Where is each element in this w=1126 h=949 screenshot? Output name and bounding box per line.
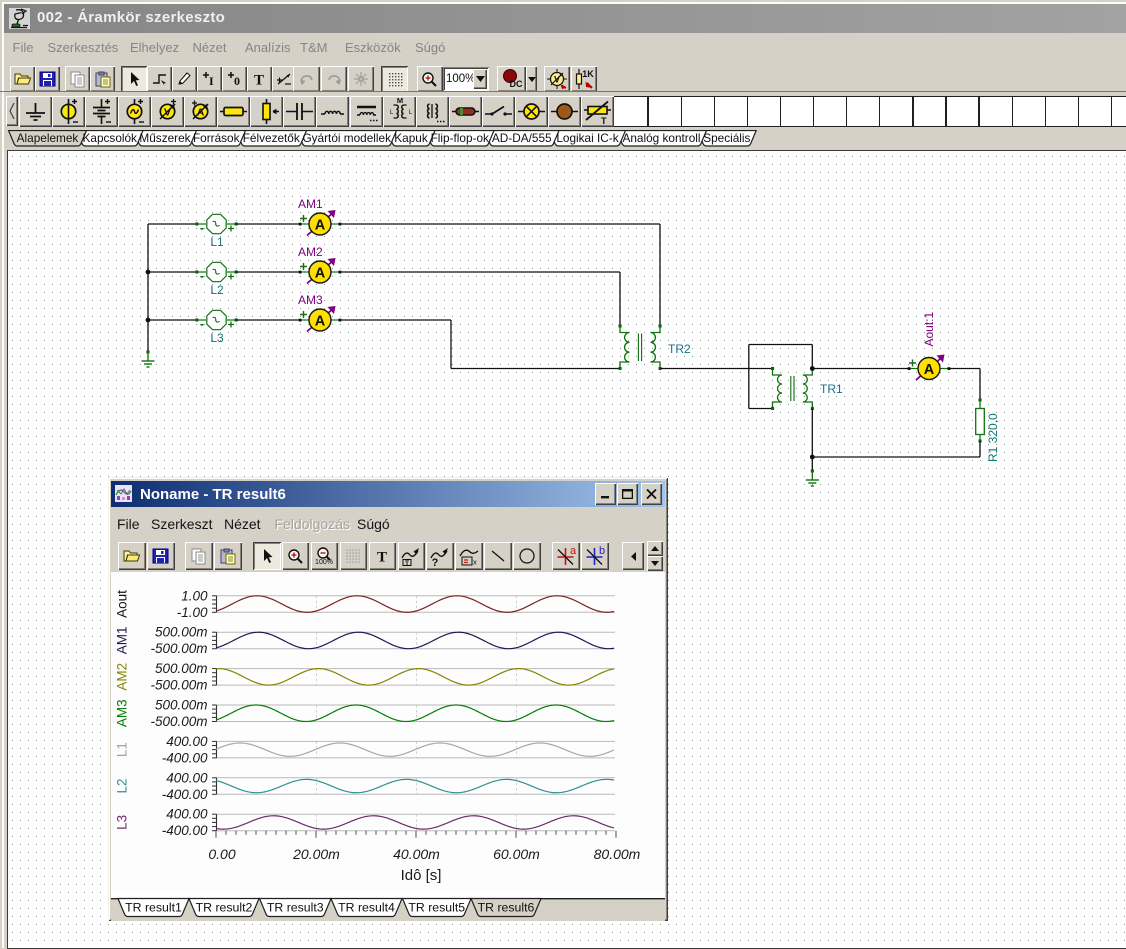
svg-text:R1 320,0: R1 320,0 (986, 413, 1000, 462)
svg-text:AM1: AM1 (298, 197, 323, 211)
svg-text:A: A (315, 266, 326, 282)
svg-text:A: A (315, 218, 326, 234)
svg-text:-400.00: -400.00 (162, 750, 208, 765)
svg-text:500.00m: 500.00m (155, 661, 208, 676)
svg-text:0.00: 0.00 (208, 846, 235, 862)
svg-text:20.00m: 20.00m (292, 846, 340, 862)
svg-text:a: a (570, 545, 577, 557)
svg-text:b: b (599, 545, 605, 557)
svg-text:400.00: 400.00 (166, 770, 208, 785)
svg-text:L3: L3 (210, 331, 224, 345)
svg-text:T: T (377, 550, 387, 565)
svg-text:Aout:1: Aout:1 (922, 311, 936, 346)
svg-text:TR result5: TR result5 (408, 901, 465, 915)
svg-text:-400.00: -400.00 (162, 787, 208, 802)
svg-text:TR result2: TR result2 (196, 901, 253, 915)
svg-text:AM3: AM3 (115, 699, 130, 727)
svg-text:-500.00m: -500.00m (150, 641, 207, 656)
svg-text:-500.00m: -500.00m (150, 678, 207, 693)
svg-text:L2: L2 (115, 778, 130, 793)
svg-text:-400.00: -400.00 (162, 823, 208, 838)
svg-text:TR result6: TR result6 (478, 901, 535, 915)
svg-text:TR result3: TR result3 (267, 901, 324, 915)
svg-text:500.00m: 500.00m (155, 625, 208, 640)
svg-text:Idô [s]: Idô [s] (401, 867, 442, 884)
svg-text:Aout: Aout (115, 590, 130, 618)
svg-text:TR2: TR2 (668, 342, 691, 356)
svg-text:AM1: AM1 (115, 627, 130, 655)
svg-text:100%: 100% (315, 559, 333, 565)
svg-text:-1.00: -1.00 (177, 605, 208, 620)
svg-text:L2: L2 (210, 283, 224, 297)
svg-text:?: ? (431, 557, 438, 567)
svg-text:A: A (315, 314, 326, 330)
svg-text:500.00m: 500.00m (155, 698, 208, 713)
svg-text:-500.00m: -500.00m (150, 714, 207, 729)
svg-text:AM2: AM2 (115, 663, 130, 691)
svg-text:x: x (473, 558, 477, 567)
svg-text:80.00m: 80.00m (594, 846, 641, 862)
svg-text:60.00m: 60.00m (493, 846, 540, 862)
svg-text:L1: L1 (115, 742, 130, 757)
svg-text:AM3: AM3 (298, 293, 323, 307)
svg-text:T: T (405, 560, 409, 567)
svg-text:L3: L3 (115, 815, 130, 830)
svg-text:AM2: AM2 (298, 245, 323, 259)
svg-text:1.00: 1.00 (181, 588, 208, 603)
svg-text:L1: L1 (210, 235, 224, 249)
svg-text:A: A (924, 362, 935, 378)
svg-text:TR result1: TR result1 (125, 901, 182, 915)
svg-text:TR result4: TR result4 (338, 901, 395, 915)
svg-text:TR1: TR1 (820, 382, 843, 396)
svg-text:40.00m: 40.00m (393, 846, 440, 862)
svg-text:400.00: 400.00 (166, 807, 208, 822)
svg-text:400.00: 400.00 (166, 734, 208, 749)
